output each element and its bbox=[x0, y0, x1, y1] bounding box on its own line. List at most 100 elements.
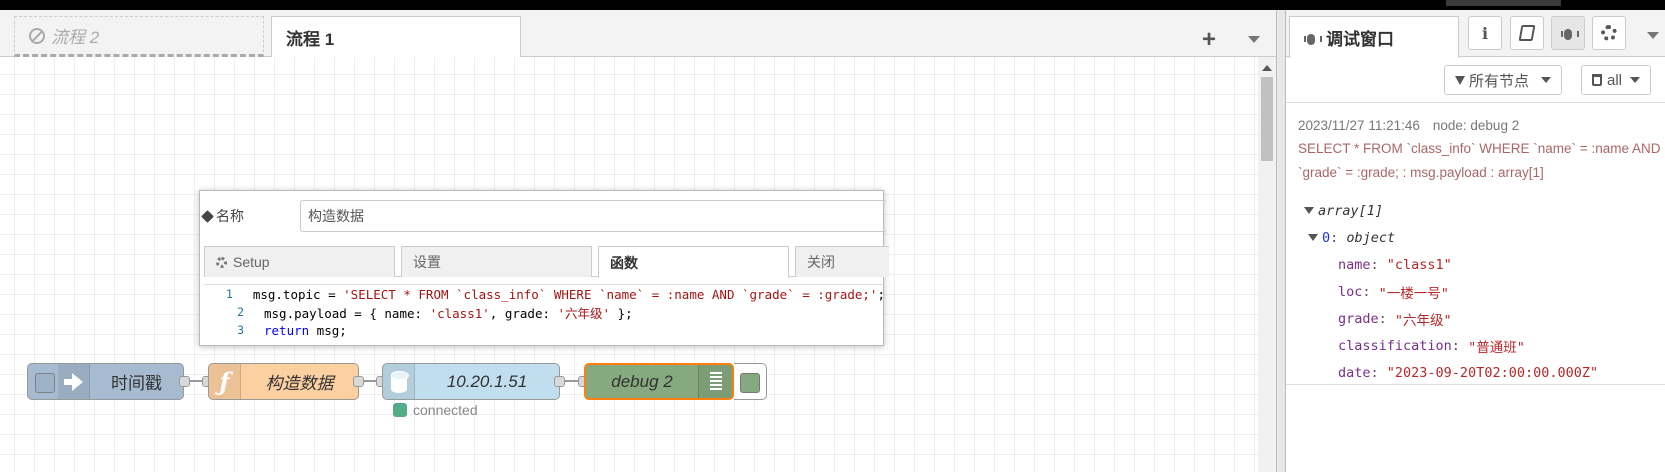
code-text: msg.payload = { name: 'class1', grade: '… bbox=[244, 303, 633, 322]
info-button[interactable]: i bbox=[1468, 16, 1502, 50]
tree-root-row[interactable]: array[1] bbox=[1286, 197, 1665, 224]
code-text: msg.topic = 'SELECT * FROM `class_info` … bbox=[233, 287, 885, 302]
debug-message: 2023/11/27 11:21:46 node: debug 2 SELECT… bbox=[1286, 115, 1665, 386]
field-value: "普通班" bbox=[1468, 339, 1525, 356]
function-node[interactable]: ƒ 构造数据 bbox=[208, 363, 359, 400]
code-line[interactable]: 2 msg.payload = { name: 'class1', grade: … bbox=[204, 303, 885, 321]
separator: : bbox=[1362, 283, 1379, 300]
clear-messages-button[interactable]: all bbox=[1581, 65, 1651, 95]
sidebar-splitter[interactable] bbox=[1276, 10, 1286, 472]
top-header-bar bbox=[0, 0, 1665, 10]
tab-setup-label: Setup bbox=[233, 254, 270, 270]
tab-setup[interactable]: Setup bbox=[204, 246, 395, 277]
expand-triangle-icon[interactable] bbox=[1304, 207, 1314, 214]
workspace-tab-bar: 流程 2 流程 1 + bbox=[0, 10, 1278, 58]
debug-node-label: debug 2 bbox=[611, 371, 673, 391]
field-key: name bbox=[1338, 256, 1371, 273]
editor-tabs: Setup 设置 函数 关闭 bbox=[204, 246, 889, 278]
inject-node-label: 时间戳 bbox=[111, 374, 162, 393]
help-button[interactable] bbox=[1510, 16, 1544, 50]
code-token: 'SELECT * FROM `class_info` WHERE `name`… bbox=[343, 286, 878, 302]
gear-icon bbox=[1601, 25, 1617, 41]
tree-field-row[interactable]: grade: "六年级" bbox=[1286, 305, 1665, 332]
sidebar-tab-bar: 调试窗口 i bbox=[1286, 10, 1665, 58]
sidebar-title: 调试窗口 bbox=[1326, 30, 1394, 49]
header-deploy-button[interactable] bbox=[1446, 0, 1561, 6]
trash-icon bbox=[1592, 74, 1602, 86]
code-token: return bbox=[264, 322, 310, 338]
mysql-node[interactable]: 10.20.1.51 bbox=[382, 363, 560, 400]
scroll-up-arrow[interactable] bbox=[1262, 65, 1272, 71]
name-field-label: 名称 bbox=[201, 206, 244, 226]
separator: : bbox=[1451, 337, 1469, 354]
canvas-scrollbar[interactable] bbox=[1258, 57, 1276, 472]
debug-node[interactable]: debug 2 bbox=[584, 363, 734, 400]
mysql-node-icon-area bbox=[383, 364, 415, 399]
field-value: "六年级" bbox=[1394, 312, 1452, 329]
expand-triangle-icon[interactable] bbox=[1308, 234, 1318, 241]
output-port[interactable] bbox=[353, 376, 364, 387]
field-value: "2023-09-20T02:00:00.000Z" bbox=[1386, 364, 1599, 381]
filter-icon bbox=[1455, 75, 1465, 85]
disabled-icon bbox=[29, 27, 45, 44]
inject-node-icon-area bbox=[58, 364, 90, 399]
field-key: classification bbox=[1338, 337, 1452, 354]
debug-toolbar: 所有节点 all bbox=[1286, 57, 1665, 103]
book-icon bbox=[1518, 25, 1536, 41]
message-node[interactable]: node: debug 2 bbox=[1433, 118, 1519, 133]
tab-function[interactable]: 函数 bbox=[598, 246, 789, 278]
caret-down-icon bbox=[1630, 77, 1640, 83]
line-number: 3 bbox=[237, 323, 244, 337]
config-button[interactable] bbox=[1592, 16, 1626, 50]
output-port[interactable] bbox=[554, 376, 565, 387]
bug-icon bbox=[1561, 25, 1579, 41]
tree-field-row[interactable]: date: "2023-09-20T02:00:00.000Z" bbox=[1286, 359, 1665, 386]
tree-field-row[interactable]: name: "class1" bbox=[1286, 251, 1665, 278]
code-token: }; bbox=[610, 305, 633, 321]
code-line[interactable]: 3 return msg; bbox=[204, 321, 885, 339]
code-editor[interactable]: 1 msg.topic = 'SELECT * FROM `class_info`… bbox=[204, 284, 885, 346]
list-icon bbox=[709, 371, 722, 392]
debug-sidebar: 调试窗口 i 所有节点 all 2023/11/27 11:21:46 node… bbox=[1286, 10, 1665, 472]
tree-field-row[interactable]: classification: "普通班" bbox=[1286, 332, 1665, 359]
field-key: loc bbox=[1338, 283, 1363, 300]
filter-nodes-dropdown[interactable]: 所有节点 bbox=[1444, 65, 1562, 95]
tag-icon bbox=[201, 209, 214, 223]
item-type: object bbox=[1346, 229, 1396, 246]
inject-node[interactable]: 时间戳 bbox=[58, 363, 184, 400]
output-port[interactable] bbox=[179, 376, 190, 387]
function-editor-panel: 名称 构造数据 Setup 设置 函数 关闭 1 msg.topic = 'SEL… bbox=[199, 190, 889, 346]
divider bbox=[1286, 384, 1665, 385]
tree-field-row[interactable]: loc: "一楼一号" bbox=[1286, 278, 1665, 305]
tab-close[interactable]: 关闭 bbox=[795, 246, 889, 277]
code-text: return msg; bbox=[244, 323, 347, 338]
arrow-in-icon bbox=[63, 372, 84, 391]
chevron-down-icon[interactable] bbox=[1248, 36, 1260, 43]
mysql-node-status: connected bbox=[393, 402, 478, 418]
gear-icon bbox=[216, 256, 227, 268]
tab-flow-2[interactable]: 流程 2 bbox=[14, 16, 264, 57]
tab-label: 流程 2 bbox=[51, 28, 100, 47]
name-input[interactable]: 构造数据 bbox=[300, 200, 886, 232]
message-timestamp: 2023/11/27 11:21:46 bbox=[1298, 117, 1420, 133]
field-value: "class1" bbox=[1386, 256, 1452, 273]
debug-toggle-button[interactable] bbox=[734, 363, 767, 400]
separator: : bbox=[1330, 229, 1347, 246]
clear-label: all bbox=[1607, 71, 1623, 89]
bug-icon bbox=[1304, 30, 1322, 46]
chevron-down-icon[interactable] bbox=[1647, 32, 1659, 39]
database-icon bbox=[390, 370, 409, 393]
line-number: 2 bbox=[237, 305, 244, 319]
add-flow-button[interactable]: + bbox=[1202, 28, 1216, 52]
debug-node-icon-area bbox=[698, 365, 732, 398]
tab-settings[interactable]: 设置 bbox=[401, 246, 592, 277]
function-icon: ƒ bbox=[219, 367, 230, 396]
tree-item-row[interactable]: 0: object bbox=[1286, 224, 1665, 251]
message-meta: 2023/11/27 11:21:46 node: debug 2 bbox=[1286, 115, 1665, 135]
code-line[interactable]: 1 msg.topic = 'SELECT * FROM `class_info`… bbox=[204, 285, 885, 303]
tab-flow-1[interactable]: 流程 1 bbox=[271, 16, 521, 58]
scrollbar-thumb[interactable] bbox=[1261, 77, 1273, 161]
tab-debug[interactable]: 调试窗口 bbox=[1289, 16, 1459, 58]
filter-label: 所有节点 bbox=[1469, 72, 1530, 90]
debug-button[interactable] bbox=[1551, 16, 1585, 50]
